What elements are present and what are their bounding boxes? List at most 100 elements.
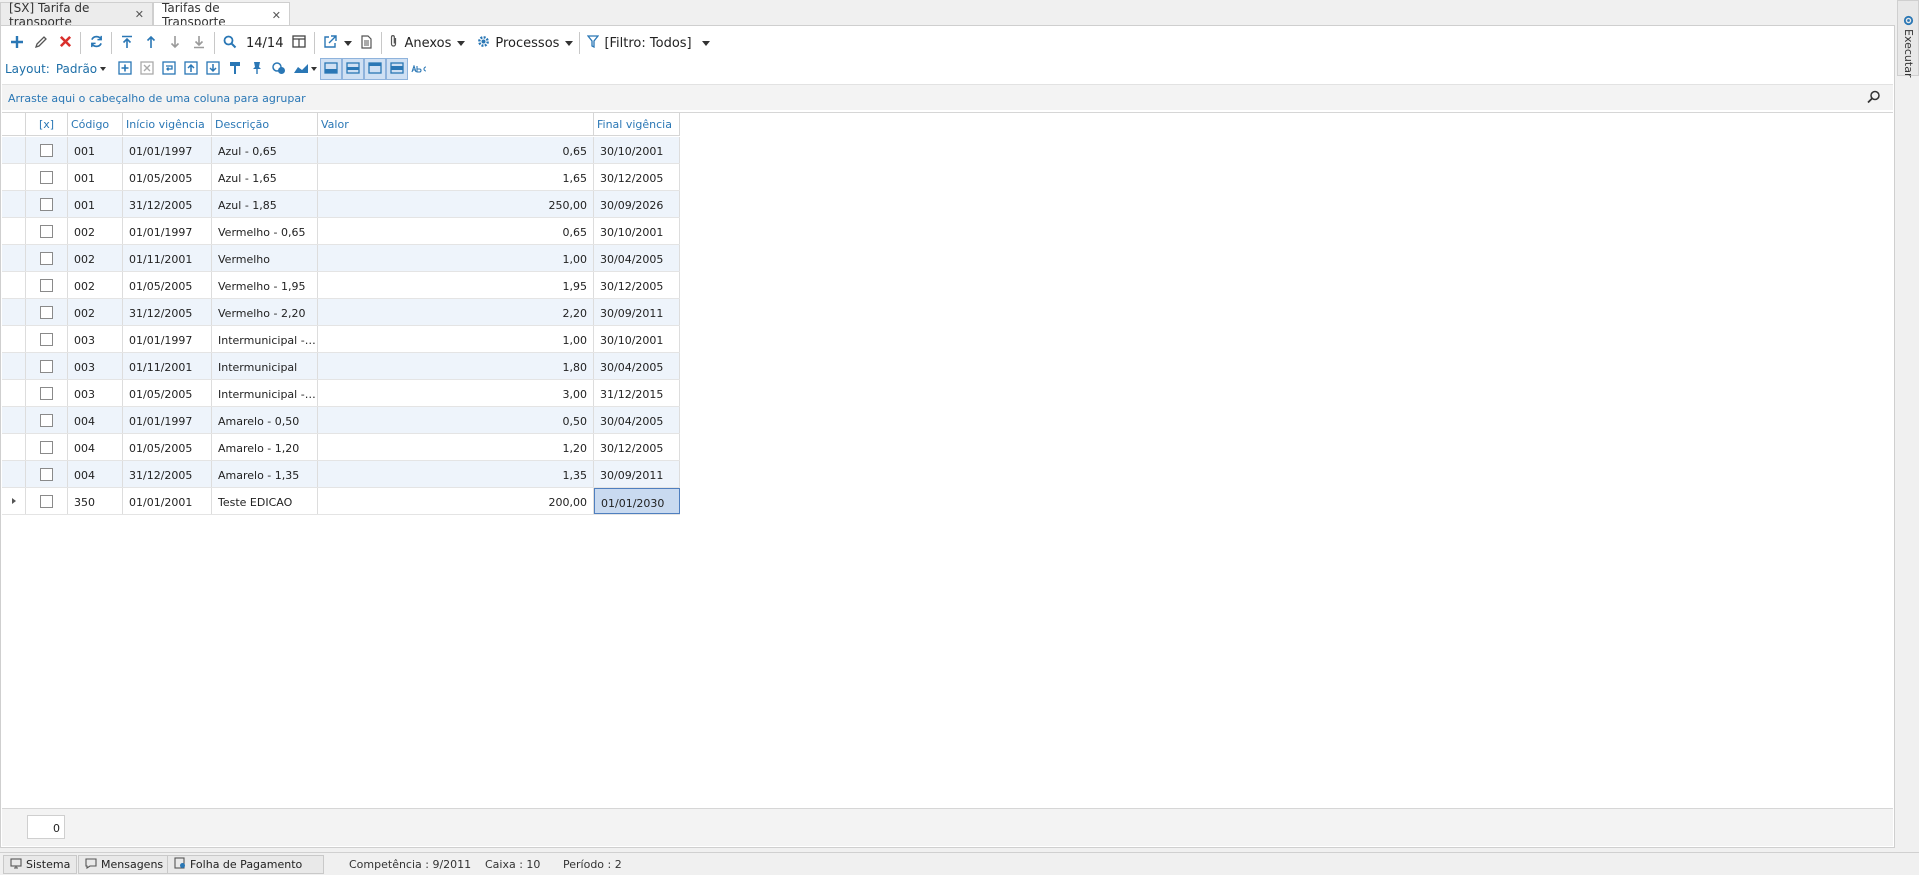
row-checkbox[interactable]	[40, 305, 53, 319]
cell-descricao[interactable]: Amarelo - 1,20	[212, 434, 318, 460]
search-button[interactable]	[218, 31, 242, 55]
row-indicator[interactable]	[2, 137, 26, 163]
cell-inicio-vigencia[interactable]: 01/01/1997	[123, 137, 212, 163]
cell-valor[interactable]: 200,00	[318, 488, 594, 514]
add-column-button[interactable]	[114, 58, 136, 80]
pin-button[interactable]	[246, 58, 268, 80]
row-indicator[interactable]	[2, 164, 26, 190]
group-by-panel[interactable]: Arraste aqui o cabeçalho de uma coluna p…	[2, 84, 1893, 110]
row-indicator[interactable]	[2, 461, 26, 487]
cell-codigo[interactable]: 001	[68, 164, 123, 190]
cell-valor[interactable]: 1,35	[318, 461, 594, 487]
cell-final-vigencia[interactable]: 30/04/2005	[594, 245, 680, 271]
cell-codigo[interactable]: 001	[68, 191, 123, 217]
row-indicator[interactable]	[2, 326, 26, 352]
table-row[interactable]: 004 01/05/2005 Amarelo - 1,20 1,20 30/12/200…	[2, 434, 680, 461]
row-checkbox[interactable]	[40, 224, 53, 238]
filter-button[interactable]: [Filtro: Todos]	[583, 31, 695, 55]
header-descricao[interactable]: Descrição	[212, 113, 318, 136]
tab-sx-tarifa-transporte[interactable]: [SX] Tarifa de transporte ✕	[0, 1, 153, 29]
table-row[interactable]: 002 31/12/2005 Vermelho - 2,20 2,20 30/09/20…	[2, 299, 680, 326]
cell-codigo[interactable]: 003	[68, 326, 123, 352]
chart-button[interactable]	[290, 58, 320, 80]
first-record-button[interactable]	[115, 31, 139, 55]
close-icon[interactable]: ✕	[272, 9, 281, 22]
row-indicator[interactable]	[2, 218, 26, 244]
cell-descricao[interactable]: Intermunicipal - 3...	[212, 380, 318, 406]
cell-valor[interactable]: 1,00	[318, 245, 594, 271]
cell-codigo[interactable]: 002	[68, 272, 123, 298]
conditional-format-button[interactable]	[268, 58, 290, 80]
cell-descricao[interactable]: Intermunicipal - 1...	[212, 326, 318, 352]
cell-final-vigencia[interactable]: 30/04/2005	[594, 353, 680, 379]
filter-dropdown[interactable]	[700, 40, 712, 46]
row-indicator[interactable]	[2, 353, 26, 379]
cell-final-vigencia[interactable]: 01/01/2030	[594, 488, 680, 514]
cell-final-vigencia[interactable]: 30/12/2005	[594, 164, 680, 190]
cell-inicio-vigencia[interactable]: 31/12/2005	[123, 191, 212, 217]
cell-final-vigencia[interactable]: 30/10/2001	[594, 326, 680, 352]
row-indicator[interactable]	[2, 299, 26, 325]
report-button[interactable]	[354, 31, 378, 55]
mensagens-button[interactable]: Mensagens	[78, 855, 171, 874]
cell-inicio-vigencia[interactable]: 01/01/2001	[123, 488, 212, 514]
table-row[interactable]: 003 01/05/2005 Intermunicipal - 3... 3,00 31…	[2, 380, 680, 407]
search-icon[interactable]	[1867, 90, 1883, 106]
row-checkbox[interactable]	[40, 170, 53, 184]
cell-inicio-vigencia[interactable]: 01/05/2005	[123, 380, 212, 406]
cell-final-vigencia[interactable]: 30/09/2011	[594, 461, 680, 487]
row-checkbox[interactable]	[40, 386, 53, 400]
cell-valor[interactable]: 2,20	[318, 299, 594, 325]
move-up-button[interactable]	[180, 58, 202, 80]
cell-descricao[interactable]: Vermelho - 1,95	[212, 272, 318, 298]
view-mode-2-button[interactable]	[342, 58, 365, 80]
row-checkbox[interactable]	[40, 413, 53, 427]
cell-final-vigencia[interactable]: 30/10/2001	[594, 137, 680, 163]
refresh-button[interactable]	[84, 31, 108, 55]
row-indicator[interactable]	[2, 191, 26, 217]
cell-final-vigencia[interactable]: 30/09/2011	[594, 299, 680, 325]
cell-descricao[interactable]: Azul - 0,65	[212, 137, 318, 163]
view-mode-3-button[interactable]	[364, 58, 387, 80]
view-mode-4-button[interactable]	[386, 58, 409, 80]
header-inicio-vigencia[interactable]: Início vigência	[123, 113, 212, 136]
cell-codigo[interactable]: 004	[68, 461, 123, 487]
cell-valor[interactable]: 0,65	[318, 137, 594, 163]
cell-final-vigencia[interactable]: 30/04/2005	[594, 407, 680, 433]
cell-inicio-vigencia[interactable]: 31/12/2005	[123, 461, 212, 487]
row-checkbox[interactable]	[40, 467, 53, 481]
execute-button[interactable]: Executar	[1902, 15, 1915, 78]
row-indicator[interactable]	[2, 380, 26, 406]
header-valor[interactable]: Valor	[318, 113, 594, 136]
row-indicator[interactable]	[2, 407, 26, 433]
table-row[interactable]: 350 01/01/2001 Teste EDICAO 200,00 01/01/203…	[2, 488, 680, 515]
cell-descricao[interactable]: Teste EDICAO	[212, 488, 318, 514]
cell-descricao[interactable]: Vermelho - 2,20	[212, 299, 318, 325]
last-record-button[interactable]	[187, 31, 211, 55]
cell-valor[interactable]: 1,95	[318, 272, 594, 298]
row-checkbox[interactable]	[40, 278, 53, 292]
previous-record-button[interactable]	[139, 31, 163, 55]
cell-codigo[interactable]: 004	[68, 407, 123, 433]
delete-button[interactable]	[53, 31, 77, 55]
cell-valor[interactable]: 0,50	[318, 407, 594, 433]
cell-valor[interactable]: 250,00	[318, 191, 594, 217]
cell-codigo[interactable]: 003	[68, 380, 123, 406]
row-checkbox[interactable]	[40, 359, 53, 373]
row-checkbox[interactable]	[40, 332, 53, 346]
header-codigo[interactable]: Código	[68, 113, 123, 136]
cell-valor[interactable]: 1,20	[318, 434, 594, 460]
format-painter-button[interactable]	[224, 58, 246, 80]
cell-codigo[interactable]: 003	[68, 353, 123, 379]
cell-final-vigencia[interactable]: 30/12/2005	[594, 434, 680, 460]
row-checkbox[interactable]	[40, 440, 53, 454]
cell-descricao[interactable]: Amarelo - 0,50	[212, 407, 318, 433]
table-row[interactable]: 001 01/05/2005 Azul - 1,65 1,65 30/12/2005	[2, 164, 680, 191]
row-indicator[interactable]	[2, 245, 26, 271]
remove-column-button[interactable]	[136, 58, 158, 80]
header-final-vigencia[interactable]: Final vigência	[594, 113, 680, 136]
wrap-button[interactable]	[158, 58, 180, 80]
cell-inicio-vigencia[interactable]: 01/11/2001	[123, 353, 212, 379]
table-row[interactable]: 001 01/01/1997 Azul - 0,65 0,65 30/10/2001	[2, 137, 680, 164]
cell-inicio-vigencia[interactable]: 01/05/2005	[123, 164, 212, 190]
